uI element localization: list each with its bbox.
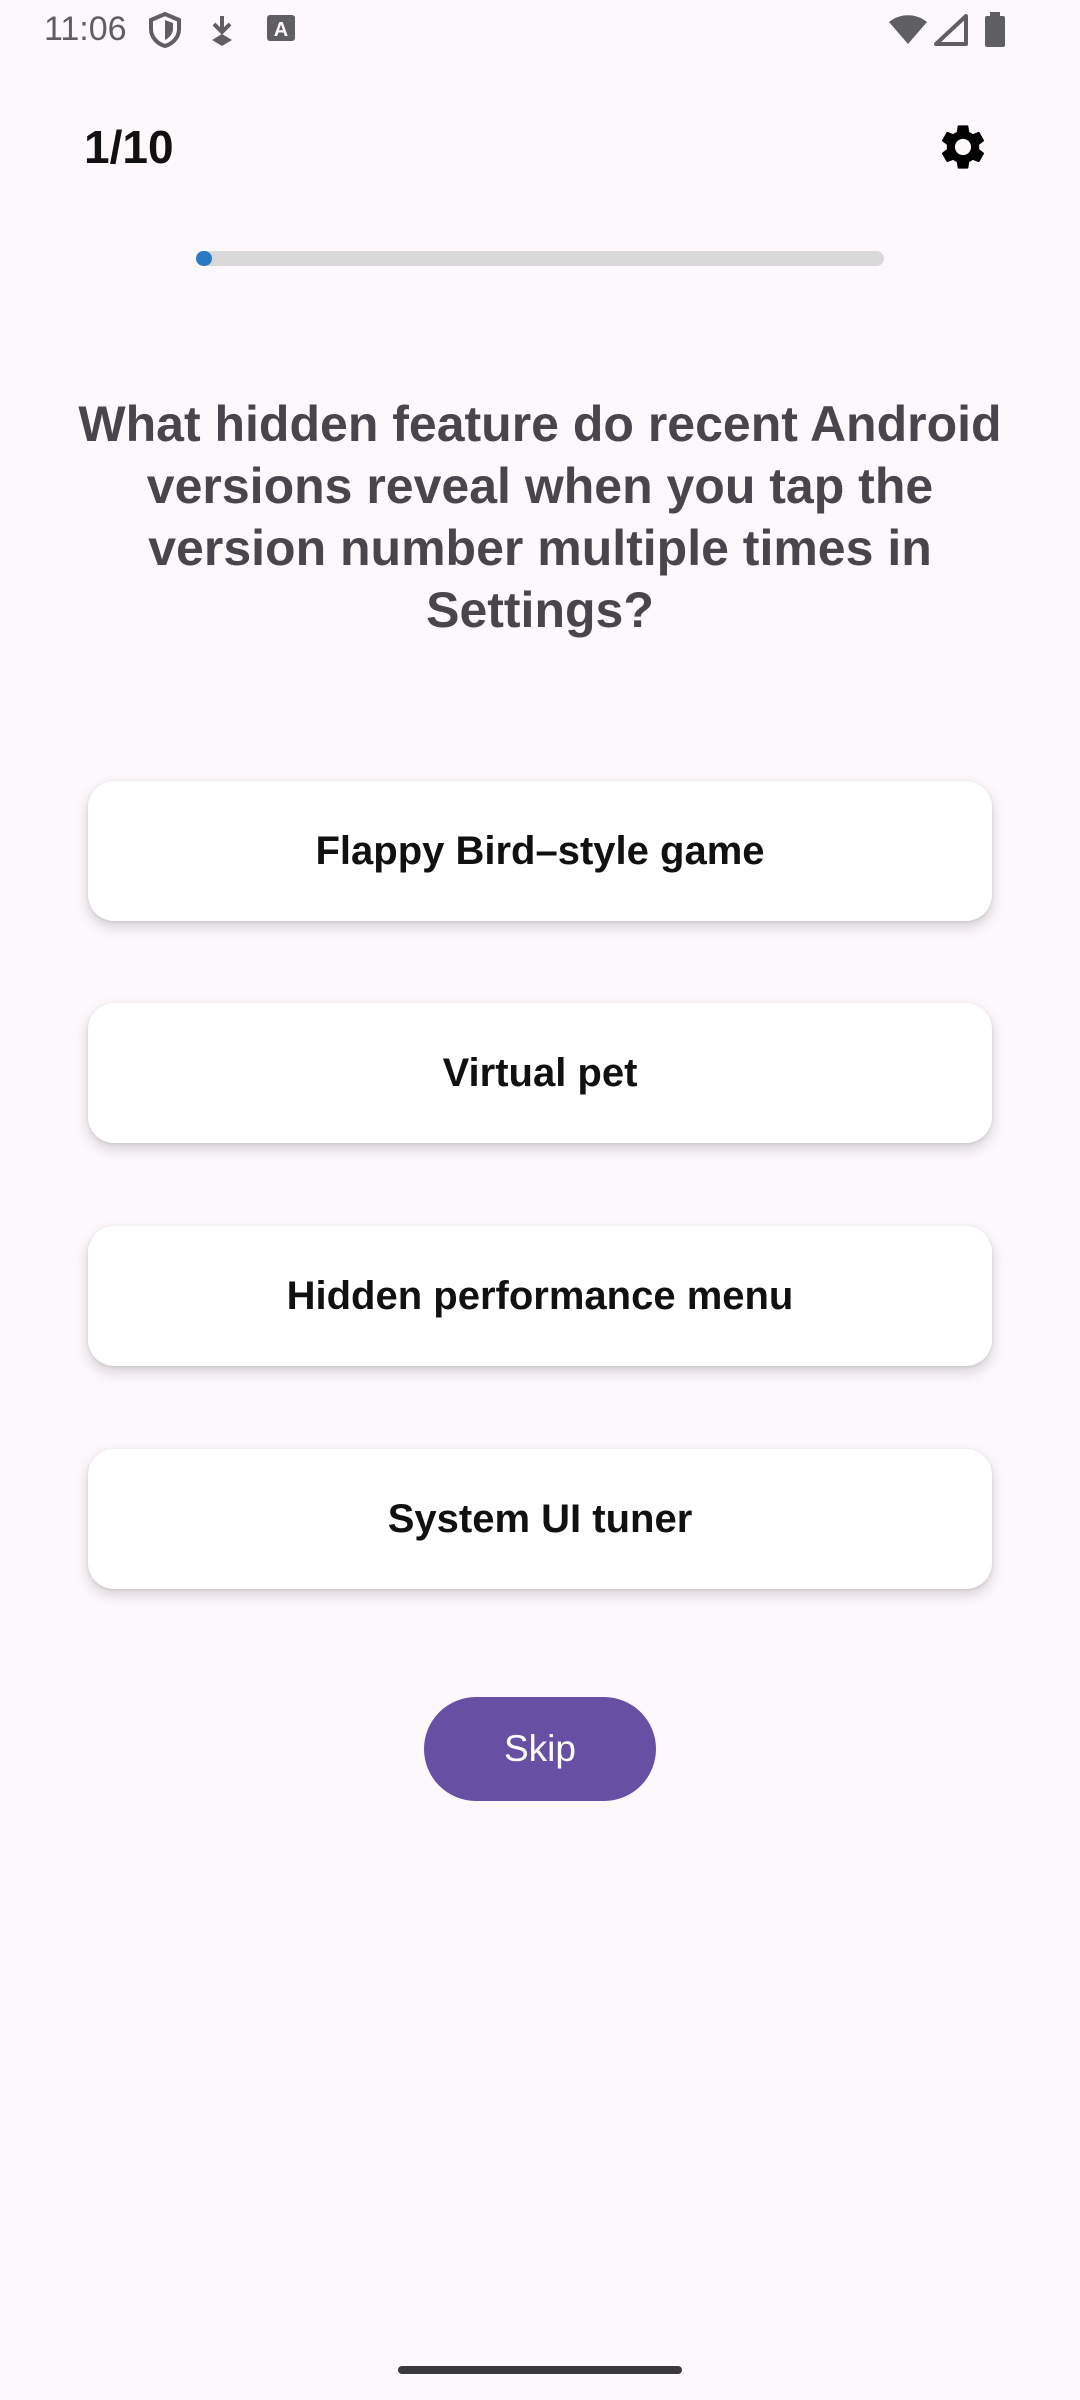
gesture-navigation-bar[interactable]: [398, 2366, 682, 2374]
answer-label: Virtual pet: [442, 1050, 638, 1095]
status-time: 11:06: [44, 10, 127, 48]
answer-option-3[interactable]: Hidden performance menu: [88, 1226, 992, 1366]
answer-option-2[interactable]: Virtual pet: [88, 1003, 992, 1143]
skip-label: Skip: [504, 1728, 576, 1769]
gear-icon: [936, 120, 990, 179]
wifi-icon: [888, 14, 928, 51]
question-text: What hidden feature do recent Android ve…: [78, 396, 1002, 638]
answer-option-4[interactable]: System UI tuner: [88, 1449, 992, 1589]
answer-label: System UI tuner: [387, 1496, 693, 1541]
keyboard-a-icon: A: [266, 12, 296, 49]
settings-button[interactable]: [932, 118, 994, 180]
skip-button[interactable]: Skip: [424, 1697, 656, 1801]
battery-icon: [984, 12, 1006, 53]
answer-option-1[interactable]: Flappy Bird–style game: [88, 781, 992, 921]
shield-icon: [148, 11, 182, 53]
download-icon: [208, 12, 236, 53]
signal-icon: [934, 14, 968, 51]
answer-label: Hidden performance menu: [286, 1273, 794, 1318]
svg-text:A: A: [274, 19, 288, 41]
progress-bar: [196, 251, 884, 266]
status-bar: 11:06 A: [0, 0, 1080, 62]
question-counter: 1/10: [84, 121, 174, 173]
progress-fill: [196, 251, 212, 266]
answer-label: Flappy Bird–style game: [315, 828, 765, 873]
